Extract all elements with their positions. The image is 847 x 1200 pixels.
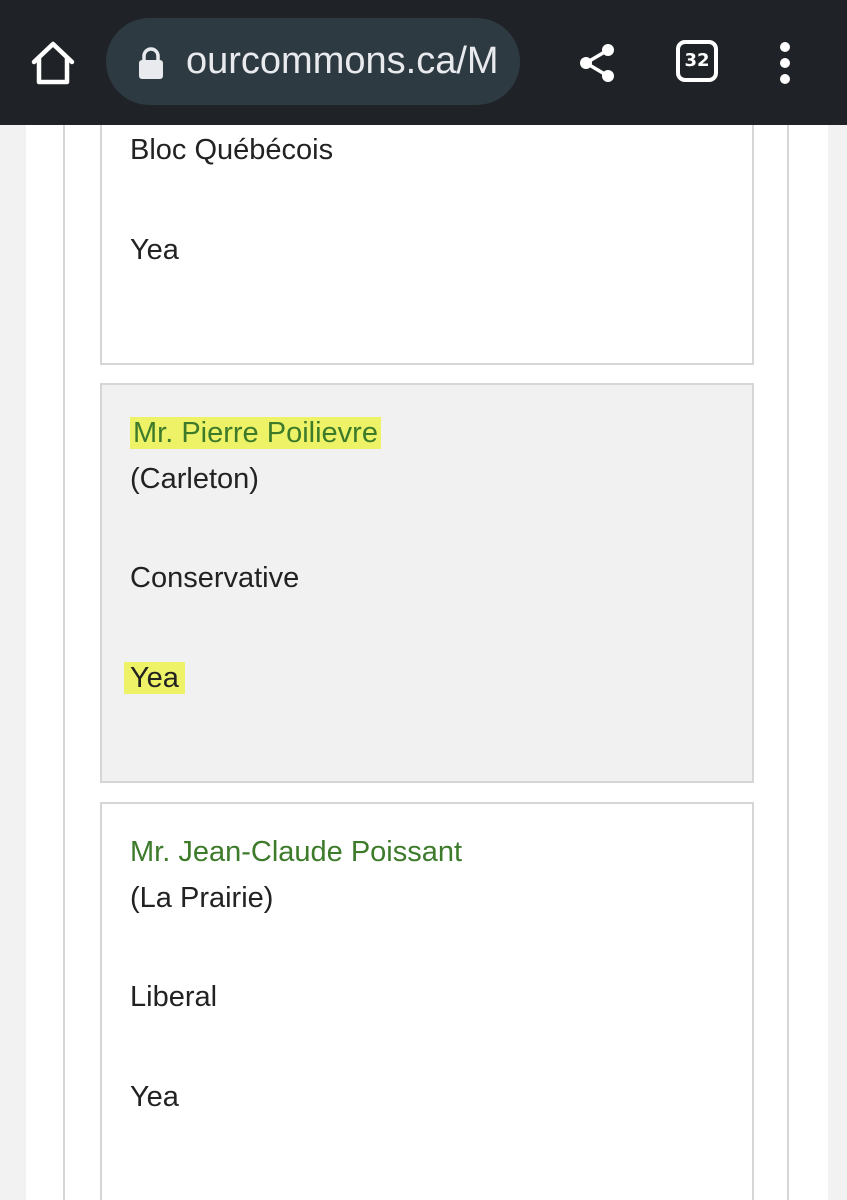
member-card: Bloc Québécois Yea [100, 125, 754, 365]
vote-value: Yea [124, 662, 185, 694]
party-label: Bloc Québécois [130, 134, 334, 166]
address-bar[interactable]: ourcommons.ca/M [106, 18, 520, 105]
url-text: ourcommons.ca/M [186, 40, 499, 82]
more-vert-icon [780, 42, 790, 84]
home-icon [31, 41, 75, 85]
member-card: Mr. Jean-Claude Poissant (La Prairie) Li… [100, 802, 754, 1200]
page-content: Bloc Québécois Yea Mr. Pierre Poilievre … [0, 125, 847, 1200]
share-icon [580, 44, 614, 82]
party-label: Conservative [130, 562, 300, 594]
member-name: Mr. Pierre Poilievre [130, 417, 381, 449]
riding-label: (Carleton) [130, 463, 259, 495]
riding-label: (La Prairie) [130, 882, 274, 914]
member-card: Mr. Pierre Poilievre (Carleton) Conserva… [100, 383, 754, 783]
vote-label: Yea [130, 1081, 179, 1113]
party-label: Liberal [130, 981, 218, 1013]
lock-icon [139, 47, 163, 79]
home-button[interactable] [28, 38, 78, 88]
vote-label: Yea [124, 660, 185, 696]
browser-toolbar: ourcommons.ca/M 32 [0, 0, 847, 125]
vote-label: Yea [130, 234, 179, 266]
member-name-link[interactable]: Mr. Pierre Poilievre [130, 415, 381, 451]
member-name-link[interactable]: Mr. Jean-Claude Poissant [130, 834, 462, 870]
tab-switcher-button[interactable]: 32 [676, 40, 718, 82]
more-options-button[interactable] [770, 40, 800, 86]
share-button[interactable] [574, 40, 620, 86]
